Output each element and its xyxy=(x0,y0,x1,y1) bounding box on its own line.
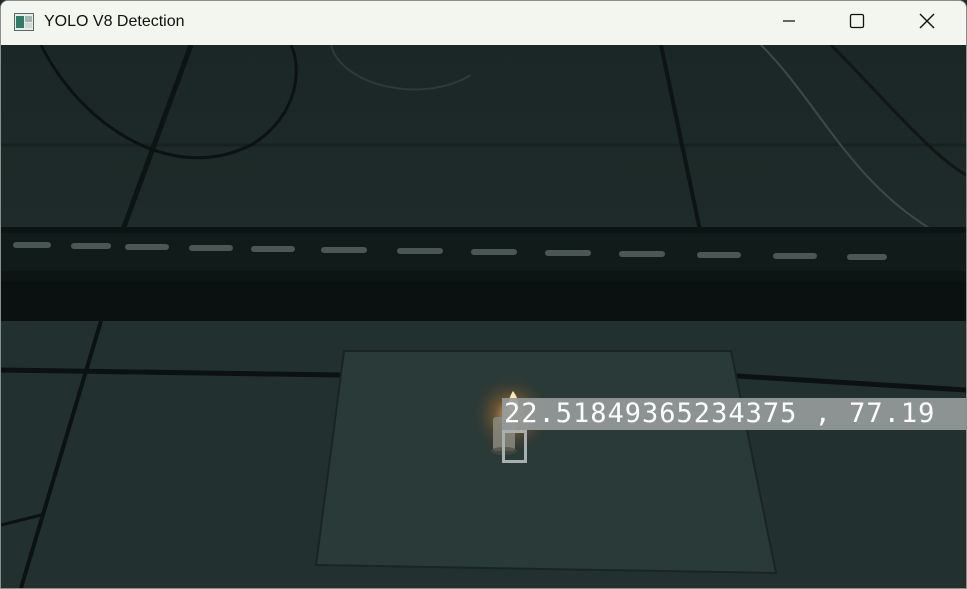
window-title: YOLO V8 Detection xyxy=(44,13,185,30)
close-button[interactable] xyxy=(892,1,962,45)
video-frame: 22.51849365234375 , 77.19 xyxy=(1,45,966,588)
camera-scene xyxy=(1,45,966,588)
app-icon xyxy=(14,13,34,31)
close-icon xyxy=(919,13,935,34)
maximize-button[interactable] xyxy=(822,1,892,45)
detection-box xyxy=(502,430,527,463)
maximize-icon xyxy=(849,13,865,34)
app-window: YOLO V8 Detection 22.51849365234375 , 77… xyxy=(0,0,967,589)
minimize-button[interactable] xyxy=(754,1,824,45)
detection-label: 22.51849365234375 , 77.19 xyxy=(502,398,966,430)
title-bar[interactable]: YOLO V8 Detection xyxy=(1,1,966,45)
minimize-icon xyxy=(782,14,796,33)
